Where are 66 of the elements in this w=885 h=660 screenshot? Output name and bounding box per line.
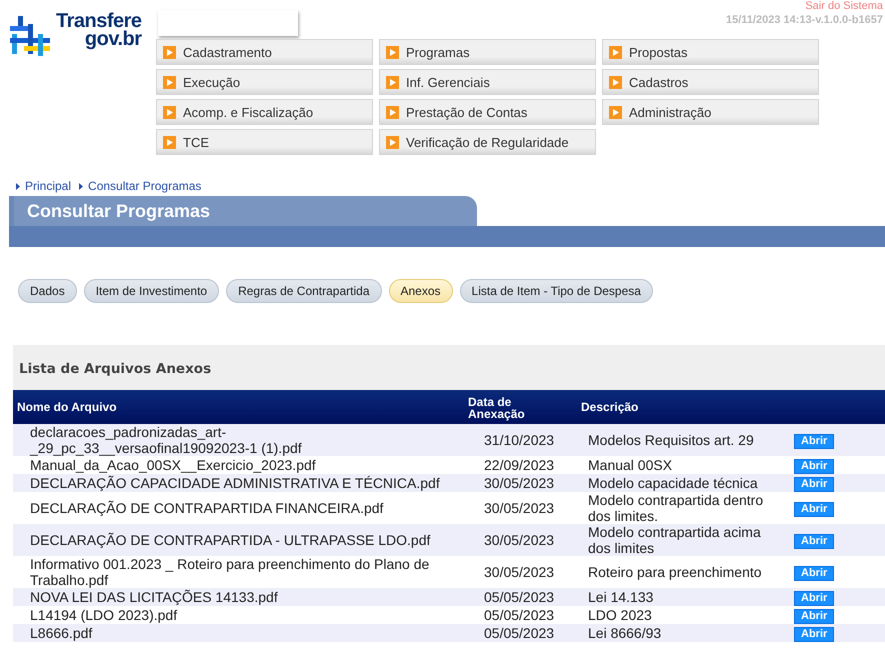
tab[interactable]: Dados [18,279,77,303]
logo-domain: gov.br [84,30,142,48]
menu-item[interactable]: Propostas [602,39,819,65]
play-icon [609,76,622,88]
file-name: declaracoes_padronizadas_art-_29_pc_33__versaofinal19092023-1 (1).pdf [28,424,303,456]
menu-item[interactable]: Administração [602,99,819,125]
menu-item[interactable]: TCE [156,129,373,155]
description-cell-text: Modelo capacidade técnica [587,475,759,491]
menu-item[interactable]: Verificação de Regularidade [379,129,596,155]
file-name: NOVA LEI DAS LICITAÇÕES 14133.pdf [29,589,279,605]
menu-item[interactable]: Execução [156,69,373,95]
tab[interactable]: Regras de Contrapartida [226,279,382,303]
tab[interactable]: Item de Investimento [84,279,220,303]
page-title: Consultar Programas [9,196,477,226]
tab[interactable]: Anexos [388,279,453,303]
date-cell-text: 22/09/2023 [483,457,556,473]
date-cell-text: 30/05/2023 [483,475,556,491]
description-cell-text: Modelo contrapartida dentro dos limites. [587,492,764,524]
play-icon [163,46,176,58]
date-cell-text: 05/05/2023 [483,607,556,623]
file-name: L14194 (LDO 2023).pdf [29,607,178,623]
play-icon [163,136,176,148]
triangle-icon [79,182,84,190]
play-icon [609,106,622,118]
file-name: DECLARAÇÃO DE CONTRAPARTIDA - ULTRAPASSE LDO.pdf [29,532,432,548]
version-text: 15/11/2023 14:13-v.1.0.0-b1657 [726,14,883,26]
play-icon [163,76,176,88]
menu-item[interactable]: Inf. Gerenciais [379,69,596,95]
file-name: DECLARAÇÃO DE CONTRAPARTIDA FINANCEIRA.pdf [29,500,384,516]
description-cell-text: Manual 00SX [587,457,674,473]
date-cell-text: 05/05/2023 [483,589,556,605]
file-name: DECLARAÇÃO CAPACIDADE ADMINISTRATIVA E TÉCNICA.pdf [29,475,440,491]
description-cell-text: LDO 2023 [587,607,653,623]
tab[interactable]: Lista de Item - Tipo de Despesa [460,279,653,303]
menu-item[interactable]: Acomp. e Fiscalização [156,99,373,125]
menu-item[interactable]: Prestação de Contas [379,99,596,125]
menu-item[interactable]: Programas [379,39,596,65]
menu-item[interactable]: Cadastramento [156,39,373,65]
column-header: Nome do Arquivo [16,401,118,413]
column-header: Data de Anexação [468,394,526,420]
play-icon [386,106,399,118]
file-name: Manual_da_Acao_00SX__Exercicio_2023.pdf [29,457,317,473]
file-name: L8666.pdf [29,625,94,641]
description-cell-text: Lei 8666/93 [587,625,662,641]
date-cell-text: 05/05/2023 [483,625,556,641]
logo-wordmark: Transfere [56,12,142,30]
description-cell-text: Lei 14.133 [587,589,654,605]
play-icon [386,46,399,58]
play-icon [386,76,399,88]
play-icon [386,136,399,148]
triangle-icon [16,182,20,190]
column-header: Descrição [581,401,638,413]
section-title: Lista de Arquivos Anexos [18,360,212,379]
description-cell-text: Modelo contrapartida acima dos limites [587,524,762,556]
date-cell-text: 30/05/2023 [483,532,556,548]
breadcrumb-link[interactable]: Consultar Programas [79,176,202,196]
file-name: Informativo 001.2023 _ Roteiro para preenchimento do Plano de Trabalho.pdf [29,556,430,588]
breadcrumb-link[interactable]: Principal [16,176,72,196]
date-cell-text: 30/05/2023 [483,564,556,580]
play-icon [609,46,622,58]
date-cell-text: 31/10/2023 [483,432,556,448]
play-icon [163,106,176,118]
description-cell-text: Roteiro para preenchimento [587,564,763,580]
description-cell-text: Modelos Requisitos art. 29 [587,432,755,448]
date-cell-text: 30/05/2023 [483,500,556,516]
menu-item[interactable]: Cadastros [602,69,819,95]
